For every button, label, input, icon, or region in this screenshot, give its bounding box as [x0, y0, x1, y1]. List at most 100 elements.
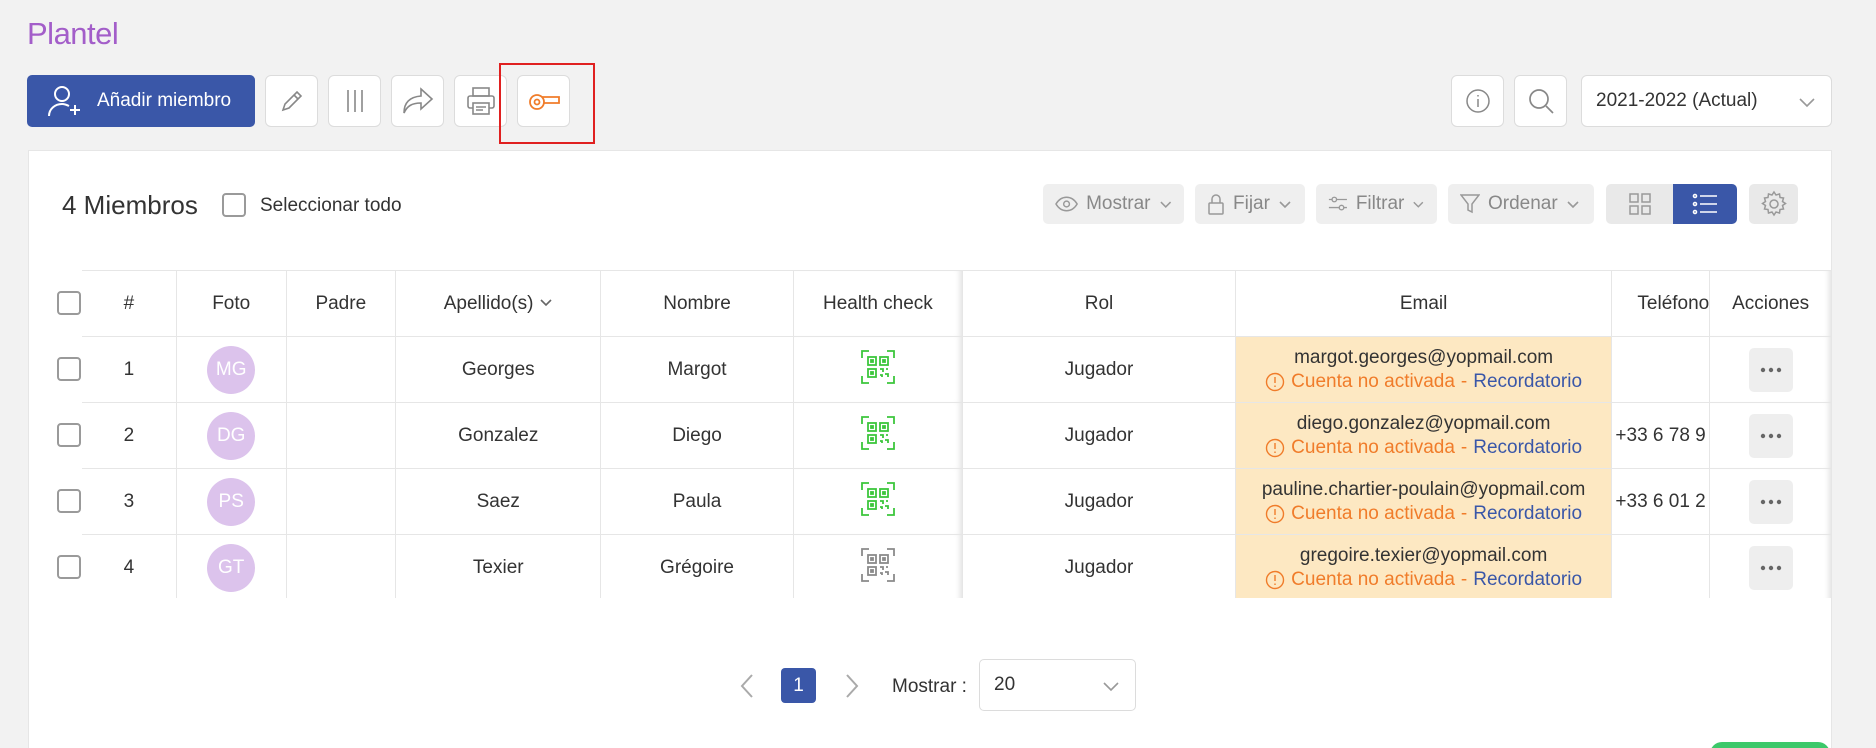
row-index: 3: [82, 468, 177, 535]
filter-dropdown[interactable]: Filtrar: [1316, 184, 1437, 224]
health-check-cell[interactable]: [793, 468, 964, 535]
more-actions-button[interactable]: [1748, 413, 1793, 458]
status-separator: -: [1460, 370, 1468, 392]
table-row[interactable]: 3 PS Saez Paula Jugador pauline.chartier…: [82, 468, 1832, 535]
surname-cell: Saez: [395, 468, 602, 535]
more-dots-icon: [1760, 433, 1781, 438]
info-button[interactable]: [1451, 75, 1504, 127]
status-separator: -: [1460, 502, 1468, 524]
name-cell: Diego: [600, 402, 794, 469]
health-check-cell[interactable]: [793, 534, 964, 598]
per-page-select[interactable]: 20: [979, 659, 1136, 711]
row-checkbox[interactable]: [57, 357, 81, 381]
season-select[interactable]: 2021-2022 (Actual): [1581, 75, 1832, 127]
sort-dropdown[interactable]: Ordenar: [1448, 184, 1594, 224]
actions-cell: [1709, 402, 1832, 469]
pin-dropdown[interactable]: Fijar: [1195, 184, 1305, 224]
show-dropdown[interactable]: Mostrar: [1043, 184, 1184, 224]
edit-button[interactable]: [265, 75, 318, 127]
col-header-photo: Foto: [176, 270, 287, 337]
row-checkbox[interactable]: [57, 423, 81, 447]
reminder-link[interactable]: Recordatorio: [1473, 436, 1582, 460]
reminder-link[interactable]: Recordatorio: [1473, 502, 1582, 526]
table-row[interactable]: 2 DG Gonzalez Diego Jugador diego.gonzal…: [82, 402, 1832, 469]
health-check-cell[interactable]: [793, 402, 964, 469]
name-cell: Grégoire: [600, 534, 794, 598]
list-settings-button[interactable]: [1749, 184, 1798, 224]
qr-code-icon: [860, 415, 895, 450]
select-all-checkbox[interactable]: [222, 193, 246, 217]
avatar: PS: [207, 477, 256, 526]
row-checkbox[interactable]: [57, 489, 81, 513]
printer-icon: [466, 87, 495, 115]
status-text: Cuenta no activada: [1291, 436, 1455, 458]
more-actions-button[interactable]: [1748, 479, 1793, 524]
col-header-phone: Teléfono: [1611, 270, 1711, 337]
surname-header-label: Apellido(s): [443, 292, 534, 314]
photo-cell: DG: [176, 402, 287, 469]
parent-cell: [286, 534, 397, 598]
warning-info-icon: [1265, 438, 1285, 457]
table-header-row: # Foto Padre Apellido(s) Nombre Health c…: [82, 270, 1832, 337]
qr-code-icon: [860, 547, 895, 582]
table-row[interactable]: 1 MG Georges Margot Jugador margot.georg…: [82, 336, 1832, 403]
select-all-label: Seleccionar todo: [260, 195, 402, 216]
sort-label: Ordenar: [1488, 193, 1558, 214]
floating-action-button[interactable]: [1710, 742, 1830, 748]
chevron-down-icon: [540, 298, 552, 306]
share-button[interactable]: [391, 75, 444, 127]
next-page-icon[interactable]: [843, 672, 861, 700]
page-number-current[interactable]: 1: [781, 668, 816, 703]
more-actions-button[interactable]: [1748, 347, 1793, 392]
more-dots-icon: [1760, 499, 1781, 504]
pencil-icon: [281, 90, 302, 112]
per-page-label: Mostrar :: [892, 676, 967, 697]
columns-button[interactable]: [328, 75, 381, 127]
col-header-index: #: [82, 270, 177, 337]
reminder-link[interactable]: Recordatorio: [1473, 568, 1582, 592]
reminder-link[interactable]: Recordatorio: [1473, 370, 1582, 394]
add-member-label: Añadir miembro: [97, 90, 232, 111]
info-icon: [1465, 89, 1490, 113]
account-status: Cuenta no activada - Recordatorio: [1236, 370, 1611, 394]
show-label: Mostrar: [1086, 193, 1151, 214]
health-check-cell[interactable]: [793, 336, 964, 403]
photo-cell: GT: [176, 534, 287, 598]
more-actions-button[interactable]: [1748, 545, 1793, 590]
grid-icon: [1628, 193, 1651, 215]
col-header-parent: Padre: [286, 270, 397, 337]
chevron-down-icon: [1799, 98, 1815, 108]
header-select-checkbox[interactable]: [57, 291, 81, 315]
email-cell: gregoire.texier@yopmail.com Cuenta no ac…: [1235, 534, 1613, 598]
col-header-surname[interactable]: Apellido(s): [395, 270, 602, 337]
email-cell: margot.georges@yopmail.com Cuenta no act…: [1235, 336, 1613, 403]
email-text: margot.georges@yopmail.com: [1294, 346, 1554, 368]
grid-view-toggle[interactable]: [1606, 184, 1673, 224]
row-checkbox[interactable]: [57, 555, 81, 579]
list-view-toggle[interactable]: [1673, 184, 1737, 224]
search-icon: [1528, 89, 1554, 114]
avatar: MG: [207, 345, 256, 394]
columns-icon: [346, 90, 363, 112]
col-header-name: Nombre: [600, 270, 794, 337]
add-member-button[interactable]: Añadir miembro: [27, 75, 255, 127]
email-text: diego.gonzalez@yopmail.com: [1296, 412, 1551, 434]
account-status: Cuenta no activada - Recordatorio: [1236, 502, 1611, 526]
search-button[interactable]: [1514, 75, 1567, 127]
parent-cell: [286, 336, 397, 403]
name-cell: Margot: [600, 336, 794, 403]
status-separator: -: [1460, 436, 1468, 458]
row-index: 1: [82, 336, 177, 403]
col-header-email: Email: [1235, 270, 1613, 337]
parent-cell: [286, 468, 397, 535]
status-text: Cuenta no activada: [1291, 502, 1455, 524]
email-cell: diego.gonzalez@yopmail.com Cuenta no act…: [1235, 402, 1613, 469]
phone-cell: +33 6 78 9: [1611, 402, 1711, 469]
table-row[interactable]: 4 GT Texier Grégoire Jugador gregoire.te…: [82, 534, 1832, 598]
qr-code-icon: [860, 481, 895, 516]
status-text: Cuenta no activada: [1291, 370, 1455, 392]
account-status: Cuenta no activada - Recordatorio: [1236, 436, 1611, 460]
parent-cell: [286, 402, 397, 469]
eye-icon: [1055, 196, 1078, 212]
prev-page-icon[interactable]: [738, 672, 756, 700]
